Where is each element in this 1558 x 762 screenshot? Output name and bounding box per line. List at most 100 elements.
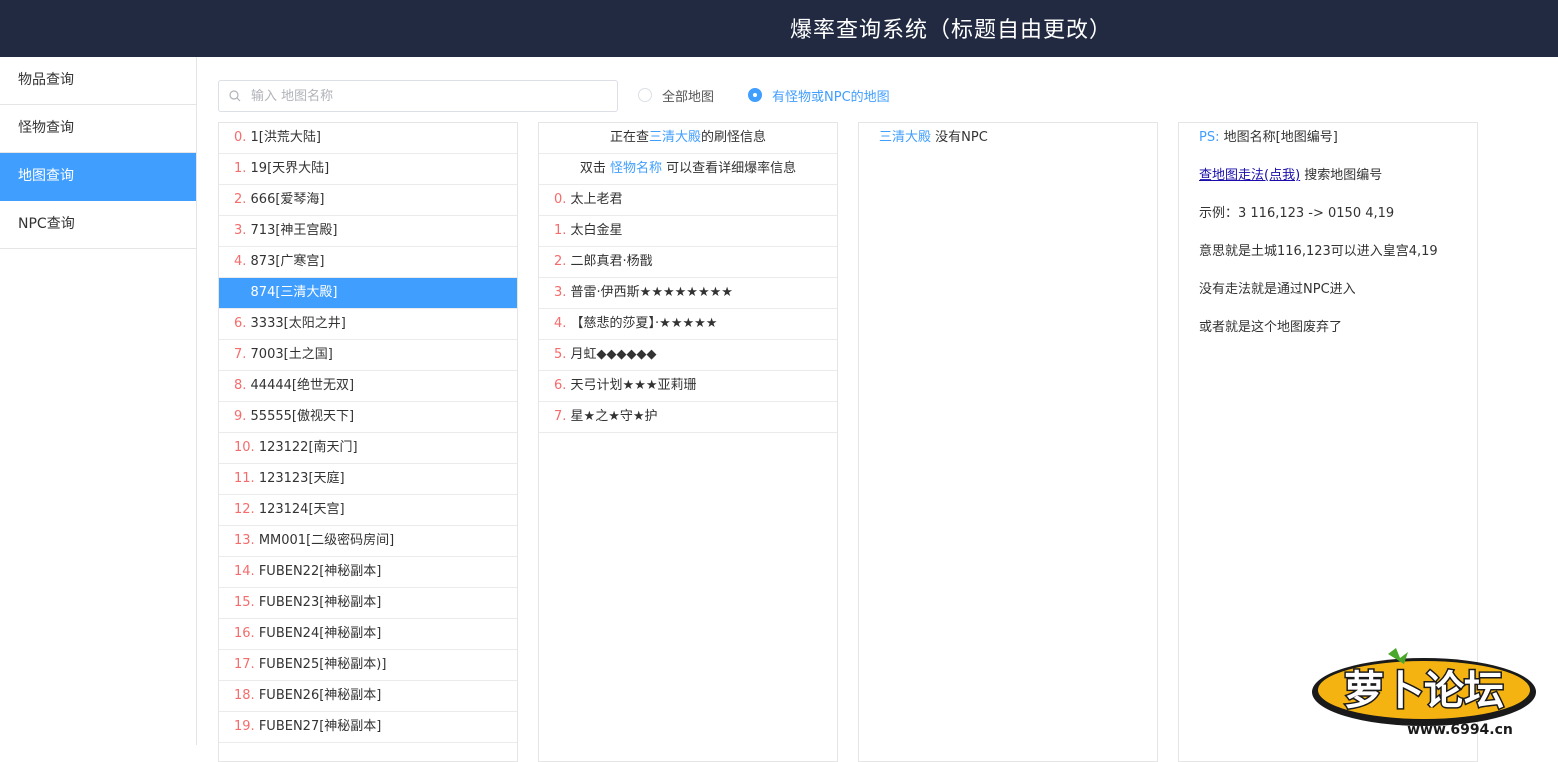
row-text: 普雷·伊西斯★★★★★★★★ [566,285,733,300]
map-route-note: 查地图走法(点我) 搜索地图编号 [1199,167,1477,205]
row-text: 太上老君 [566,192,623,207]
ps-text: 地图名称[地图编号] [1219,130,1338,145]
header-suffix: 的刷怪信息 [701,130,767,145]
row-text: 713[神王宫殿] [246,223,338,238]
monster-list-item[interactable]: 2. 二郎真君·杨戬 [539,247,837,278]
row-text: 星★之★守★护 [566,409,658,424]
map-list-item[interactable]: 4. 873[广寒宫] [219,247,517,278]
row-text: 天弓计划★★★亚莉珊 [566,378,697,393]
row-index: 3. [554,285,567,300]
map-list-item[interactable]: 10. 123122[南天门] [219,433,517,464]
search-icon [229,90,241,102]
sidebar-item-monster-query[interactable]: 怪物查询 [0,105,196,153]
example-note: 示例：3 116,123 -> 0150 4,19 [1199,206,1395,221]
map-list-item[interactable]: 8. 44444[绝世无双] [219,371,517,402]
radio-all-maps[interactable]: 全部地图 [638,86,715,105]
header-prefix: 正在查 [609,130,649,145]
monster-list-item[interactable]: 3. 普雷·伊西斯★★★★★★★★ [539,278,837,309]
map-list-item[interactable]: 15. FUBEN23[神秘副本] [219,588,517,619]
row-index: 14. [234,564,255,579]
map-search-box [218,80,618,112]
map-route-link[interactable]: 查地图走法(点我) [1199,168,1300,183]
row-index: 9. [234,409,247,424]
monster-list-item[interactable]: 0. 太上老君 [539,185,837,216]
radio-maps-with-monsters-or-npc[interactable]: 有怪物或NPC的地图 [748,86,890,105]
row-text: 太白金星 [566,223,623,238]
row-index: 12. [234,502,255,517]
monster-panel-header: 正在查三清大殿的刷怪信息 [539,123,837,154]
row-index: 7. [234,347,247,362]
monster-list-item[interactable]: 5. 月虹◆◆◆◆◆◆ [539,340,837,371]
ps-note: PS: 地图名称[地图编号] [1199,129,1477,167]
row-text: FUBEN25[神秘副本)] [254,657,387,672]
map-list-item[interactable]: 16. FUBEN24[神秘副本] [219,619,517,650]
hint-monster-name: 怪物名称 [609,161,662,176]
row-text: 873[广寒宫] [246,254,325,269]
row-text: 19[天界大陆] [246,161,330,176]
map-list-item[interactable]: 12. 123124[天宫] [219,495,517,526]
page-title: 爆率查询系统（标题自由更改） [790,18,1113,43]
map-list-item[interactable]: 17. FUBEN25[神秘副本)] [219,650,517,681]
ps-label: PS: [1199,130,1220,145]
map-list-item[interactable]: 5. 874[三清大殿] [219,278,517,309]
map-route-suffix: 搜索地图编号 [1300,168,1383,183]
map-search-input[interactable] [251,81,611,111]
row-text: 874[三清大殿] [246,285,338,300]
row-text: 【慈悲的莎夏】·★★★★★ [566,316,718,331]
map-list-item[interactable]: 7. 7003[土之国] [219,340,517,371]
map-list-item[interactable]: 14. FUBEN22[神秘副本] [219,557,517,588]
row-index: 18. [234,688,255,703]
monster-list-item[interactable]: 7. 星★之★守★护 [539,402,837,433]
map-list-panel: 0. 1[洪荒大陆] 1. 19[天界大陆] 2. 666[爱琴海] 3. 713[神… [218,122,518,762]
row-text: MM001[二级密码房间] [254,533,395,548]
radio-all-maps-label: 全部地图 [662,89,715,105]
npc-panel: 三清大殿 没有NPC [858,122,1158,762]
row-text: 123124[天宫] [254,502,345,517]
watermark-brand: 萝卜论坛 [1344,668,1504,714]
row-text: 55555[傲视天下] [246,409,355,424]
row-index: 6. [234,316,247,331]
row-text: FUBEN26[神秘副本] [254,688,382,703]
map-list-item[interactable]: 6. 3333[太阳之井] [219,309,517,340]
map-list-item[interactable]: 0. 1[洪荒大陆] [219,123,517,154]
radio-checked-icon[interactable] [748,88,762,102]
row-index: 0. [554,192,567,207]
map-list-item[interactable]: 9. 55555[傲视天下] [219,402,517,433]
row-text: 666[爱琴海] [246,192,325,207]
row-text: 7003[土之国] [246,347,333,362]
radio-circle-icon[interactable] [638,88,652,102]
monster-list-item[interactable]: 6. 天弓计划★★★亚莉珊 [539,371,837,402]
monster-panel-hint: 双击 怪物名称 可以查看详细爆率信息 [539,154,837,185]
row-index: 7. [554,409,567,424]
sidebar-item-npc-query[interactable]: NPC查询 [0,201,196,249]
map-list-item[interactable]: 19. FUBEN27[神秘副本] [219,712,517,743]
row-index: 4. [234,254,247,269]
top-header: 爆率查询系统（标题自由更改） [0,0,1558,57]
row-index: 10. [234,440,255,455]
map-list-item[interactable]: 3. 713[神王宫殿] [219,216,517,247]
row-index: 6. [554,378,567,393]
map-list-item[interactable]: 13. MM001[二级密码房间] [219,526,517,557]
row-index: 0. [234,130,247,145]
map-list-item[interactable]: 11. 123123[天庭] [219,464,517,495]
radio-maps-with-monsters-label: 有怪物或NPC的地图 [772,89,890,105]
row-text: FUBEN24[神秘副本] [254,626,382,641]
row-index: 13. [234,533,255,548]
row-text: FUBEN27[神秘副本] [254,719,382,734]
map-list-item[interactable]: 1. 19[天界大陆] [219,154,517,185]
row-index: 15. [234,595,255,610]
sidebar-item-item-query[interactable]: 物品查询 [0,57,196,105]
row-index: 8. [234,378,247,393]
map-list-item[interactable]: 2. 666[爱琴海] [219,185,517,216]
sidebar-item-map-query[interactable]: 地图查询 [0,153,196,201]
row-text: FUBEN22[神秘副本] [254,564,382,579]
sidebar: 物品查询 怪物查询 地图查询 NPC查询 [0,57,197,745]
row-text: 123122[南天门] [254,440,358,455]
npc-status-text: 没有NPC [931,130,988,145]
map-list-item[interactable]: 18. FUBEN26[神秘副本] [219,681,517,712]
monster-list-item[interactable]: 1. 太白金星 [539,216,837,247]
monster-list-item[interactable]: 4. 【慈悲的莎夏】·★★★★★ [539,309,837,340]
no-path-note: 没有走法就是通过NPC进入 [1199,282,1356,297]
row-index: 1. [234,161,247,176]
abandoned-note: 或者就是这个地图废弃了 [1199,320,1343,335]
